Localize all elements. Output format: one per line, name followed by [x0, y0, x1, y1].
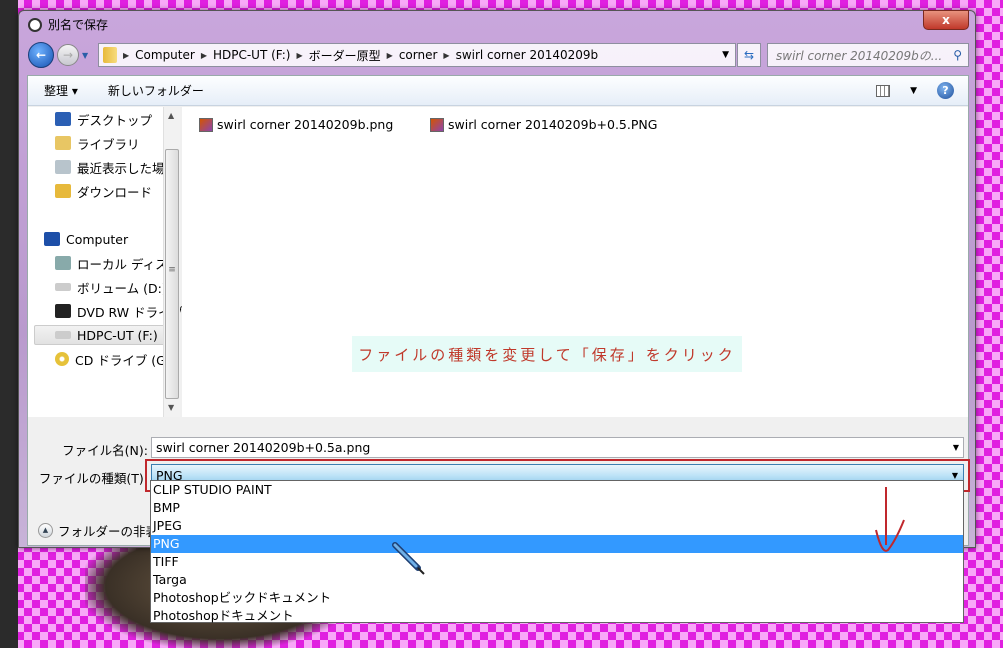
chevron-down-icon[interactable]: ▼ — [953, 438, 959, 457]
organize-button[interactable]: 整理 ▾ — [44, 82, 78, 99]
breadcrumb-border[interactable]: ボーダー原型 — [309, 47, 381, 64]
file-name: swirl corner 20140209b+0.5.PNG — [448, 117, 658, 132]
chevron-right-icon[interactable]: ▶ — [123, 51, 129, 60]
dvd-drive-icon — [55, 304, 71, 318]
computer-icon — [44, 232, 60, 246]
local-disk-icon — [55, 256, 71, 270]
help-icon[interactable]: ? — [937, 82, 954, 99]
pen-cursor-icon — [392, 542, 425, 575]
view-icon[interactable] — [876, 84, 891, 97]
option-targa[interactable]: Targa — [151, 571, 963, 589]
search-input[interactable]: swirl corner 20140209bの... ⚲ — [767, 43, 969, 67]
address-bar[interactable]: ▶ Computer ▶ HDPC-UT (F:) ▶ ボーダー原型 ▶ corner … — [98, 43, 736, 67]
option-photoshop[interactable]: Photoshopドキュメント — [151, 607, 963, 625]
nav-label: ボリューム (D:) — [77, 280, 167, 296]
forward-button[interactable]: → — [57, 44, 79, 66]
drive-icon — [55, 283, 71, 291]
chevron-right-icon[interactable]: ▶ — [296, 51, 302, 60]
search-icon[interactable]: ⚲ — [953, 48, 962, 62]
instruction-annotation: ファイルの種類を変更して「保存」をクリック — [352, 336, 742, 372]
new-folder-button[interactable]: 新しいフォルダー — [108, 82, 204, 99]
file-item[interactable]: swirl corner 20140209b.png — [199, 117, 393, 132]
nav-label: ライブラリ — [77, 136, 140, 152]
scroll-up-icon[interactable]: ▲ — [168, 111, 174, 120]
recent-pages-dropdown-icon[interactable]: ▼ — [82, 51, 88, 60]
option-png[interactable]: PNG — [151, 535, 963, 553]
cd-drive-icon — [55, 352, 69, 366]
chevron-right-icon[interactable]: ▶ — [443, 51, 449, 60]
file-name: swirl corner 20140209b.png — [217, 117, 394, 132]
window-title: 別名で保存 — [48, 18, 109, 32]
option-tiff[interactable]: TIFF — [151, 553, 963, 571]
red-arrow-annotation-icon — [875, 487, 905, 552]
recent-places-icon — [55, 160, 71, 174]
folder-icon — [103, 47, 117, 63]
scroll-down-icon[interactable]: ▼ — [168, 403, 174, 412]
drive-icon — [55, 331, 71, 339]
file-type-label: ファイルの種類(T): — [38, 471, 148, 486]
desktop-icon — [55, 112, 71, 126]
refresh-button[interactable]: ⇆ — [737, 43, 761, 67]
option-clip-studio[interactable]: CLIP STUDIO PAINT — [151, 481, 963, 499]
nav-label: 最近表示した場所 — [77, 160, 178, 176]
chevron-down-icon[interactable]: ▼ — [910, 86, 917, 96]
nav-item-computer[interactable]: Computer — [44, 229, 179, 249]
navigation-pane: デスクトップ ライブラリ 最近表示した場所 ダウンロード Computer ロー… — [28, 107, 183, 417]
library-icon — [55, 136, 71, 150]
file-list: swirl corner 20140209b.png swirl corner … — [182, 107, 968, 417]
option-photoshop-big[interactable]: Photoshopビックドキュメント — [151, 589, 963, 607]
save-as-dialog: 別名で保存 x ← → ▼ ▶ Computer ▶ HDPC-UT (F:) ▶ ボ… — [18, 10, 976, 548]
file-type-dropdown-list: CLIP STUDIO PAINT BMP JPEG PNG TIFF Targ… — [150, 480, 964, 623]
chevron-right-icon[interactable]: ▶ — [387, 51, 393, 60]
nav-label: CD ドライブ (G:) — [75, 352, 175, 368]
dialog-content: 整理 ▾ 新しいフォルダー ▼ ? デスクトップ ライブラリ 最近表示した場所 … — [27, 75, 970, 546]
close-button[interactable]: x — [923, 10, 969, 30]
search-placeholder: swirl corner 20140209bの... — [776, 48, 943, 63]
option-bmp[interactable]: BMP — [151, 499, 963, 517]
chevron-up-icon: ▲ — [38, 523, 53, 538]
filename-label: ファイル名(N): — [62, 443, 148, 458]
downloads-icon — [55, 184, 71, 198]
chevron-down-icon[interactable]: ▼ — [722, 50, 729, 60]
back-button[interactable]: ← — [28, 42, 54, 68]
nav-label: デスクトップ — [77, 112, 153, 128]
file-item[interactable]: swirl corner 20140209b+0.5.PNG — [430, 117, 657, 132]
option-jpeg[interactable]: JPEG — [151, 517, 963, 535]
nav-label: ダウンロード — [77, 184, 153, 200]
png-file-icon — [199, 117, 213, 132]
nav-scrollbar[interactable]: ▲ ≡ ▼ — [163, 107, 180, 417]
background-strip — [0, 0, 18, 648]
breadcrumb-drive[interactable]: HDPC-UT (F:) — [213, 48, 291, 62]
breadcrumb-corner[interactable]: corner — [399, 48, 438, 62]
app-icon — [28, 17, 42, 32]
nav-label: HDPC-UT (F:) — [77, 327, 158, 343]
png-file-icon — [430, 117, 444, 132]
chevron-right-icon[interactable]: ▶ — [201, 51, 207, 60]
filename-value: swirl corner 20140209b+0.5a.png — [156, 440, 371, 455]
toolbar: 整理 ▾ 新しいフォルダー ▼ ? — [28, 76, 968, 106]
scrollbar-thumb[interactable]: ≡ — [165, 149, 179, 399]
filename-input[interactable]: swirl corner 20140209b+0.5a.png ▼ — [151, 437, 964, 458]
breadcrumb-current[interactable]: swirl corner 20140209b — [456, 48, 599, 62]
breadcrumb-computer[interactable]: Computer — [135, 48, 195, 62]
title-bar: 別名で保存 — [28, 16, 108, 33]
nav-item-hdpc-ut[interactable]: HDPC-UT (F:) — [34, 325, 169, 345]
nav-label: Computer — [66, 231, 129, 247]
